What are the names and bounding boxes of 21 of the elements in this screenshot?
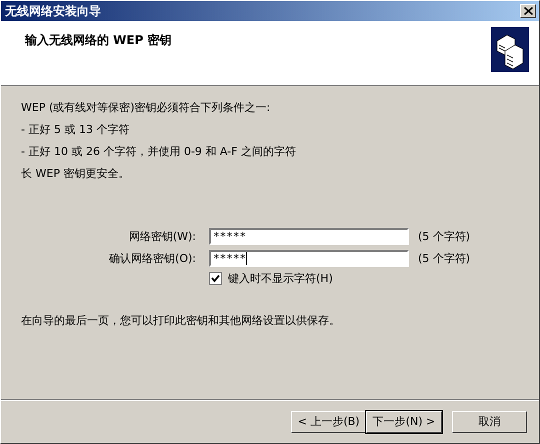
checkbox-label[interactable]: 键入时不显示字符(H) (228, 271, 333, 286)
field-label: 网络密钥(W): (128, 228, 197, 244)
instruction-text: - 正好 10 或 26 个字符，并使用 0-9 和 A-F 之间的字符 (21, 144, 297, 159)
close-icon (524, 7, 532, 15)
header-title: 输入无线网络的 WEP 密钥 (25, 32, 172, 49)
checkbox[interactable] (209, 272, 222, 285)
wizard-button[interactable]: 下一步(N) > (366, 410, 442, 432)
wizard-button[interactable]: < 上一步(B) (291, 410, 366, 432)
field-label: 确认网络密钥(O): (108, 250, 197, 266)
password-field[interactable]: ***** (209, 250, 409, 266)
instruction-text: 长 WEP 密钥更安全。 (21, 166, 130, 181)
network-computers-icon (491, 27, 529, 72)
close-button[interactable] (520, 4, 536, 18)
instruction-text: WEP (或有线对等保密)密钥必须符合下列条件之一: (21, 100, 272, 115)
instruction-text: - 正好 5 或 13 个字符 (21, 122, 130, 137)
wizard-button[interactable]: 取消 (452, 410, 527, 432)
character-count: (5 个字符) (418, 228, 470, 244)
character-count: (5 个字符) (418, 250, 470, 266)
password-field[interactable]: ***** (209, 228, 409, 244)
footer-note: 在向导的最后一页，您可以打印此密钥和其他网络设置以供保存。 (21, 313, 341, 328)
window-title: 无线网络安装向导 (5, 2, 101, 20)
